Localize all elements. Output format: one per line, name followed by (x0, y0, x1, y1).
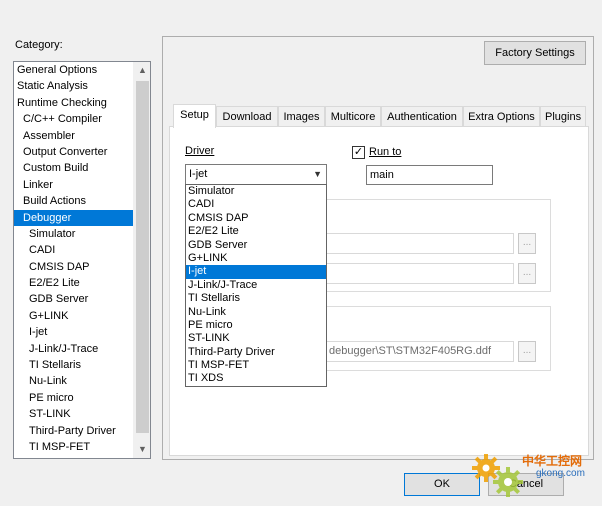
setup-macro-file-input-2[interactable] (326, 263, 514, 284)
driver-option[interactable]: TI MSP-FET (186, 359, 326, 372)
driver-option[interactable]: ST-LINK (186, 332, 326, 345)
scroll-up-icon[interactable]: ▲ (134, 62, 150, 79)
driver-label-text: Driver (185, 145, 215, 157)
run-to-label[interactable]: Run to (369, 146, 401, 158)
driver-option[interactable]: Simulator (186, 185, 326, 198)
tab-plugins[interactable]: Plugins (540, 106, 586, 127)
category-item[interactable]: CADI (14, 242, 133, 258)
driver-dropdown-list[interactable]: Simulator CADI CMSIS DAP E2/E2 Lite GDB Serv… (185, 184, 327, 387)
category-item[interactable]: PE micro (14, 390, 133, 406)
category-item[interactable]: ST-LINK (14, 406, 133, 422)
tab-setup[interactable]: Setup (173, 104, 216, 128)
category-item[interactable]: Static Analysis (14, 78, 133, 94)
run-to-input[interactable]: main (366, 165, 493, 185)
category-item[interactable]: Build Actions (14, 193, 133, 209)
scroll-down-icon[interactable]: ▼ (134, 441, 150, 458)
category-item[interactable]: I-jet (14, 324, 133, 340)
driver-option[interactable]: Third-Party Driver (186, 346, 326, 359)
driver-option[interactable]: E2/E2 Lite (186, 225, 326, 238)
category-item[interactable]: TI Stellaris (14, 357, 133, 373)
chevron-down-icon[interactable]: ▼ (313, 165, 322, 184)
category-item[interactable]: Debugger (14, 209, 133, 226)
category-list[interactable]: General Options Static Analysis Runtime Ch… (13, 61, 151, 459)
category-items: General Options Static Analysis Runtime Ch… (14, 62, 133, 455)
category-item[interactable]: Nu-Link (14, 373, 133, 389)
device-description-path-input[interactable]: debugger\ST\STM32F405RG.ddf (326, 341, 514, 362)
browse-macro-button-2[interactable]: ... (518, 263, 536, 284)
browse-macro-button-1[interactable]: ... (518, 233, 536, 254)
category-item[interactable]: Assembler (14, 128, 133, 144)
category-item[interactable]: General Options (14, 62, 133, 78)
category-scrollbar[interactable]: ▲ ▼ (133, 62, 150, 458)
run-to-label-text: Run to (369, 146, 402, 158)
driver-option[interactable]: CADI (186, 198, 326, 211)
run-to-checkbox[interactable]: ✓ (352, 146, 365, 159)
setup-macro-file-input[interactable] (326, 233, 514, 254)
category-item[interactable]: Custom Build (14, 160, 133, 176)
driver-option[interactable]: TI Stellaris (186, 292, 326, 305)
cancel-button[interactable]: Cancel (488, 473, 564, 496)
category-item[interactable]: Output Converter (14, 144, 133, 160)
category-item[interactable]: Simulator (14, 226, 133, 242)
tab-extra-options[interactable]: Extra Options (463, 106, 540, 127)
category-item[interactable]: TI MSP-FET (14, 439, 133, 455)
driver-option[interactable]: CMSIS DAP (186, 212, 326, 225)
category-label: Category: (15, 39, 63, 51)
category-item[interactable]: CMSIS DAP (14, 259, 133, 275)
driver-option[interactable]: Nu-Link (186, 306, 326, 319)
category-item[interactable]: Runtime Checking (14, 95, 133, 111)
category-item[interactable]: G+LINK (14, 308, 133, 324)
driver-option[interactable]: GDB Server (186, 239, 326, 252)
category-item[interactable]: E2/E2 Lite (14, 275, 133, 291)
tab-images[interactable]: Images (278, 106, 325, 127)
tab-download[interactable]: Download (216, 106, 278, 127)
driver-option[interactable]: J-Link/J-Trace (186, 279, 326, 292)
ok-button[interactable]: OK (404, 473, 480, 496)
driver-combobox-value: I-jet (189, 168, 208, 180)
driver-option[interactable]: G+LINK (186, 252, 326, 265)
category-item[interactable]: Third-Party Driver (14, 423, 133, 439)
category-item[interactable]: C/C++ Compiler (14, 111, 133, 127)
category-item[interactable]: Linker (14, 177, 133, 193)
tab-multicore[interactable]: Multicore (325, 106, 381, 127)
scrollbar-thumb[interactable] (136, 81, 149, 433)
category-item[interactable]: GDB Server (14, 291, 133, 307)
driver-option[interactable]: PE micro (186, 319, 326, 332)
category-item[interactable]: J-Link/J-Trace (14, 341, 133, 357)
driver-label: Driver (185, 145, 214, 157)
factory-settings-button[interactable]: Factory Settings (484, 41, 586, 65)
driver-option[interactable]: I-jet (186, 265, 326, 279)
tab-authentication[interactable]: Authentication (381, 106, 463, 127)
driver-option[interactable]: TI XDS (186, 372, 326, 385)
driver-combobox[interactable]: I-jet ▼ (185, 164, 327, 185)
browse-ddf-button[interactable]: ... (518, 341, 536, 362)
